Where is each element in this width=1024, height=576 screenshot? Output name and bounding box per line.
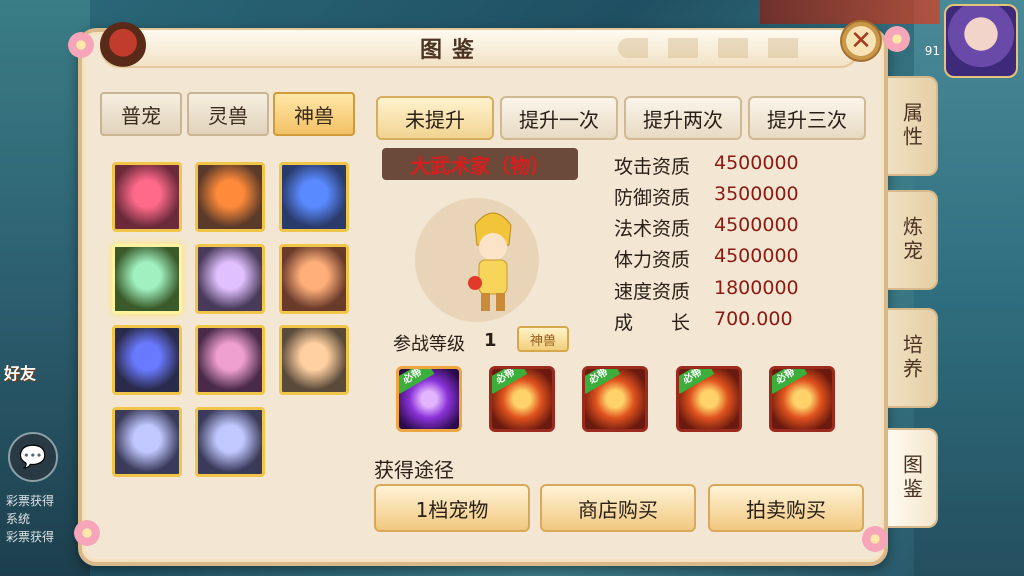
- hp-bar: [760, 0, 940, 24]
- stat-label-speed: 速度资质: [614, 281, 691, 303]
- pet-grid-cell[interactable]: [112, 162, 182, 232]
- close-icon: ✕: [850, 26, 872, 56]
- dancer-pet-icon: [198, 247, 262, 311]
- ninja-pet-icon: [115, 328, 179, 392]
- title-decoration: [618, 38, 818, 58]
- side-tab-refine-pet[interactable]: 炼宠: [888, 190, 938, 290]
- tab-divine-beast[interactable]: 神兽: [273, 92, 355, 136]
- flower-decoration: [74, 520, 100, 546]
- pig-face-pet-icon: [282, 328, 346, 392]
- required-tag: 必带: [679, 369, 715, 394]
- chat-line: 系统: [6, 512, 31, 526]
- chat-line: 彩票获得: [6, 494, 55, 508]
- purple-warrior-pet-icon: [198, 328, 262, 392]
- player-avatar[interactable]: [944, 4, 1018, 78]
- side-tab-pokedex[interactable]: 图鉴: [888, 428, 938, 528]
- required-tag: 必带: [492, 369, 528, 394]
- required-tag: 必带: [399, 369, 435, 394]
- auction-buy-button[interactable]: 拍卖购买: [708, 484, 864, 532]
- pet-grid-cell[interactable]: [279, 325, 349, 395]
- flower-decoration: [884, 26, 910, 52]
- goddess-pet-icon: [115, 247, 179, 311]
- skill-slot-2[interactable]: 必带: [489, 366, 555, 432]
- shop-buy-button[interactable]: 商店购买: [540, 484, 696, 532]
- stat-value-growth: 700.000: [714, 308, 793, 330]
- obtain-method-label: 获得途径: [374, 458, 454, 482]
- pet-grid-cell[interactable]: [112, 244, 182, 314]
- pet-grid-cell[interactable]: [279, 162, 349, 232]
- stat-label-stamina: 体力资质: [614, 249, 691, 271]
- rank-badge: 神兽: [517, 326, 569, 352]
- pet-grid-cell[interactable]: [195, 407, 265, 477]
- skill-slot-4[interactable]: 必带: [676, 366, 742, 432]
- skill-slot-5[interactable]: 必带: [769, 366, 835, 432]
- tab-upgrade-thrice[interactable]: 提升三次: [748, 96, 866, 140]
- silver-dragon-pet-2-icon: [198, 410, 262, 474]
- chat-button[interactable]: 💬: [8, 432, 58, 482]
- flower-decoration: [862, 526, 888, 552]
- pet-grid-cell[interactable]: [195, 162, 265, 232]
- golden-pig-pet-icon: [282, 247, 346, 311]
- stat-label-growth: 成 长: [614, 312, 691, 334]
- silver-dragon-pet-icon: [115, 410, 179, 474]
- battle-level-value: 1: [484, 330, 497, 351]
- pet-grid-cell[interactable]: [112, 325, 182, 395]
- friends-button[interactable]: 好友: [4, 365, 64, 415]
- stat-value-magic: 4500000: [714, 214, 799, 236]
- skill-slot-1[interactable]: 必带: [396, 366, 462, 432]
- side-tab-train[interactable]: 培养: [888, 308, 938, 408]
- tier1-pet-button[interactable]: 1档宠物: [374, 484, 530, 532]
- stat-label-attack: 攻击资质: [614, 156, 691, 178]
- battle-level-label: 参战等级: [393, 334, 465, 355]
- player-level: 91: [924, 44, 940, 58]
- flower-decoration: [68, 32, 94, 58]
- chat-bubble-icon: 💬: [19, 444, 47, 470]
- stat-label-defense: 防御资质: [614, 187, 691, 209]
- pet-grid-cell[interactable]: [112, 407, 182, 477]
- tab-upgrade-twice[interactable]: 提升两次: [624, 96, 742, 140]
- pet-grid-cell[interactable]: [279, 244, 349, 314]
- skill-slot-3[interactable]: 必带: [582, 366, 648, 432]
- required-tag: 必带: [772, 369, 808, 394]
- pet-name: 大武术家（物）: [382, 148, 578, 180]
- pet-grid-cell[interactable]: [195, 325, 265, 395]
- tab-not-upgraded[interactable]: 未提升: [376, 96, 494, 140]
- stat-value-speed: 1800000: [714, 277, 799, 299]
- required-tag: 必带: [585, 369, 621, 394]
- pet-grid-cell[interactable]: [195, 244, 265, 314]
- stat-value-defense: 3500000: [714, 183, 799, 205]
- stat-value-stamina: 4500000: [714, 245, 799, 267]
- blue-beast-pet-icon: [282, 165, 346, 229]
- stat-label-magic: 法术资质: [614, 218, 691, 240]
- pet-character-art: [468, 212, 512, 311]
- page-title: 图鉴: [420, 38, 485, 63]
- stat-value-attack: 4500000: [714, 152, 799, 174]
- lantern-icon: [100, 22, 146, 68]
- red-warrior-pet-icon: [115, 165, 179, 229]
- background-left: [0, 0, 90, 576]
- side-tab-attributes[interactable]: 属性: [888, 76, 938, 176]
- armored-hero-pet-icon: [198, 165, 262, 229]
- tab-upgrade-once[interactable]: 提升一次: [500, 96, 618, 140]
- tab-spirit-beast[interactable]: 灵兽: [187, 92, 269, 136]
- tab-common-pet[interactable]: 普宠: [100, 92, 182, 136]
- close-button[interactable]: ✕: [840, 20, 882, 62]
